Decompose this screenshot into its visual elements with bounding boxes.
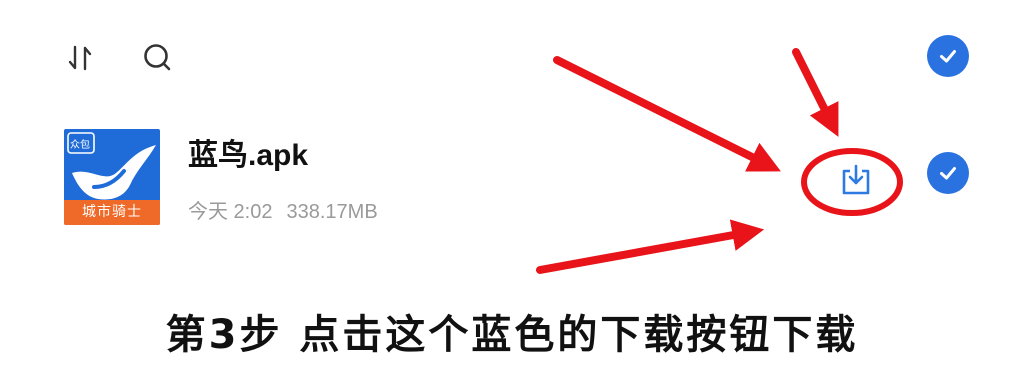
arrow-left-bottom (536, 219, 765, 274)
arrow-left-top (553, 56, 781, 172)
file-size: 338.17MB (286, 201, 378, 223)
app-icon-tag: 众包 (70, 140, 90, 151)
instruction-caption: 第3步 点击这个蓝色的下载按钮下载 (165, 312, 859, 358)
arrow-top (792, 48, 839, 137)
select-all-checkbox[interactable] (927, 35, 969, 77)
checkmark-icon (940, 50, 956, 63)
app-icon: 众包 城市骑士 (64, 129, 160, 225)
checkmark-icon (940, 167, 956, 180)
download-icon (842, 164, 870, 195)
sort-icon[interactable] (60, 38, 100, 78)
file-meta: 今天 2:02 338.17MB (188, 195, 378, 224)
file-name[interactable]: 蓝鸟.apk (188, 130, 308, 174)
file-date: 今天 2:02 (188, 201, 273, 223)
download-button[interactable] (834, 160, 878, 200)
screen: 众包 城市骑士 蓝鸟.apk 今天 2:02 338.17MB 第3步 点击这个蓝… (0, 0, 1024, 372)
app-icon-brand-text: 城市骑士 (64, 200, 160, 225)
row-checkbox[interactable] (927, 152, 969, 194)
search-icon[interactable] (138, 38, 178, 78)
